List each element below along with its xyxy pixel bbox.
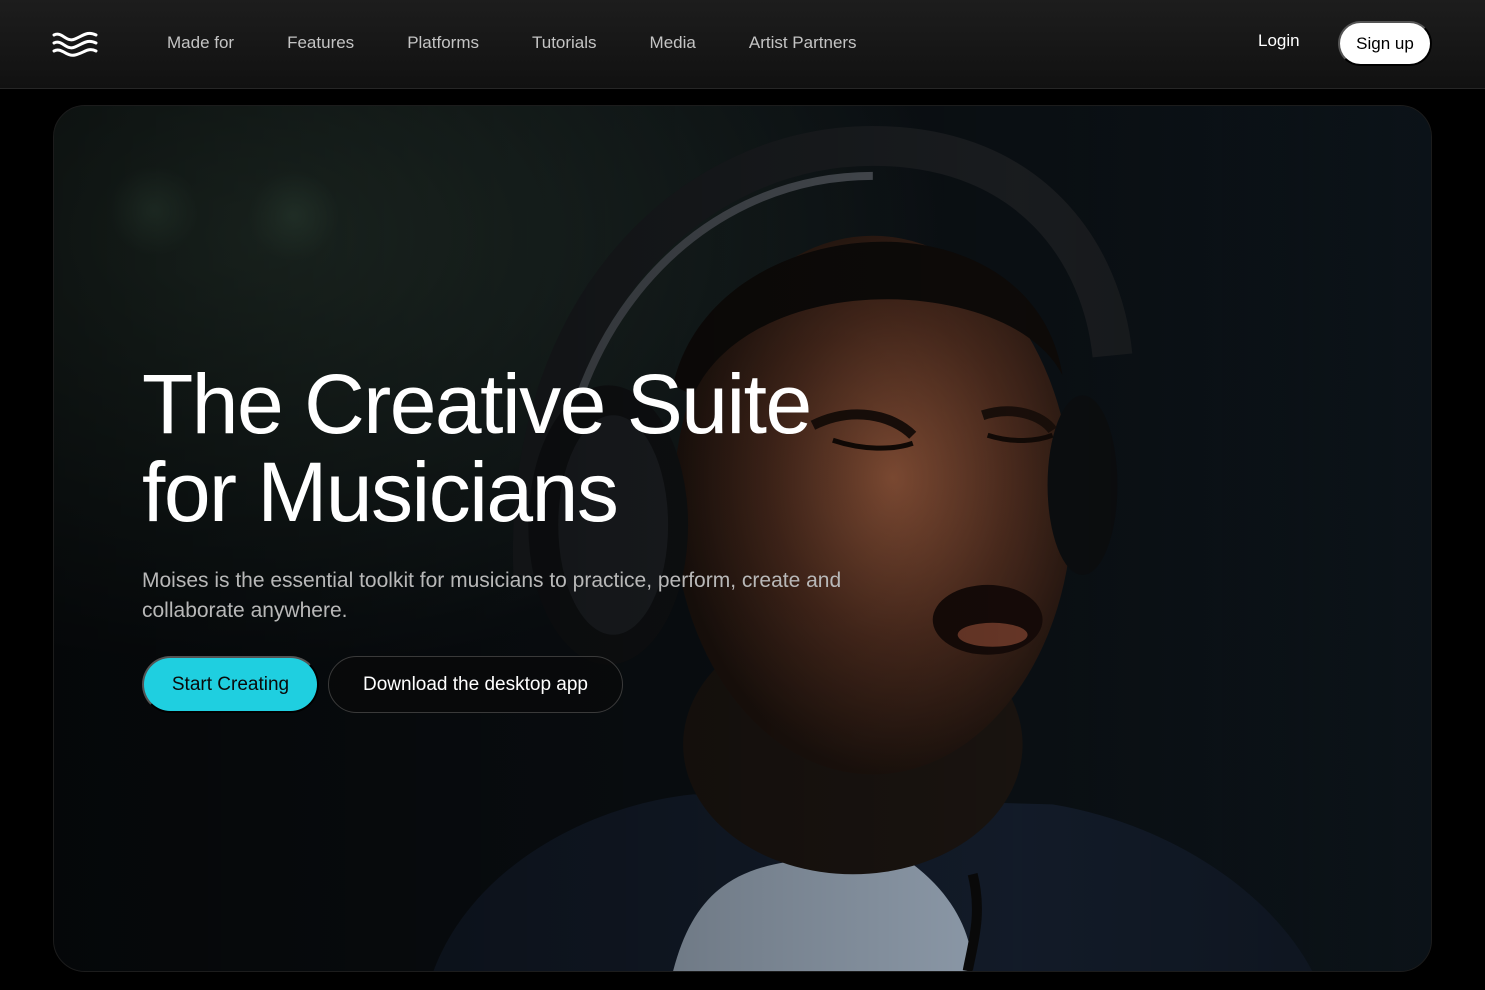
top-navbar: Made for Features Platforms Tutorials Me… (0, 0, 1485, 89)
hero-headline-line-2: for Musicians (142, 445, 619, 539)
nav-made-for[interactable]: Made for (167, 33, 234, 53)
login-link[interactable]: Login (1258, 31, 1300, 51)
hero-headline-line-1: The Creative Suite (142, 357, 812, 451)
primary-nav: Made for Features Platforms Tutorials Me… (167, 0, 910, 86)
nav-platforms[interactable]: Platforms (407, 33, 479, 53)
nav-media[interactable]: Media (650, 33, 696, 53)
moises-logo-icon[interactable] (52, 29, 98, 57)
hero-subtitle: Moises is the essential toolkit for musi… (142, 569, 842, 622)
start-creating-button[interactable]: Start Creating (142, 656, 319, 713)
download-desktop-app-button[interactable]: Download the desktop app (328, 656, 623, 713)
nav-features[interactable]: Features (287, 33, 354, 53)
signup-button[interactable]: Sign up (1338, 21, 1432, 66)
nav-tutorials[interactable]: Tutorials (532, 33, 597, 53)
nav-artist-partners[interactable]: Artist Partners (749, 33, 857, 53)
hero-headline: The Creative Suite for Musicians (142, 360, 1042, 536)
